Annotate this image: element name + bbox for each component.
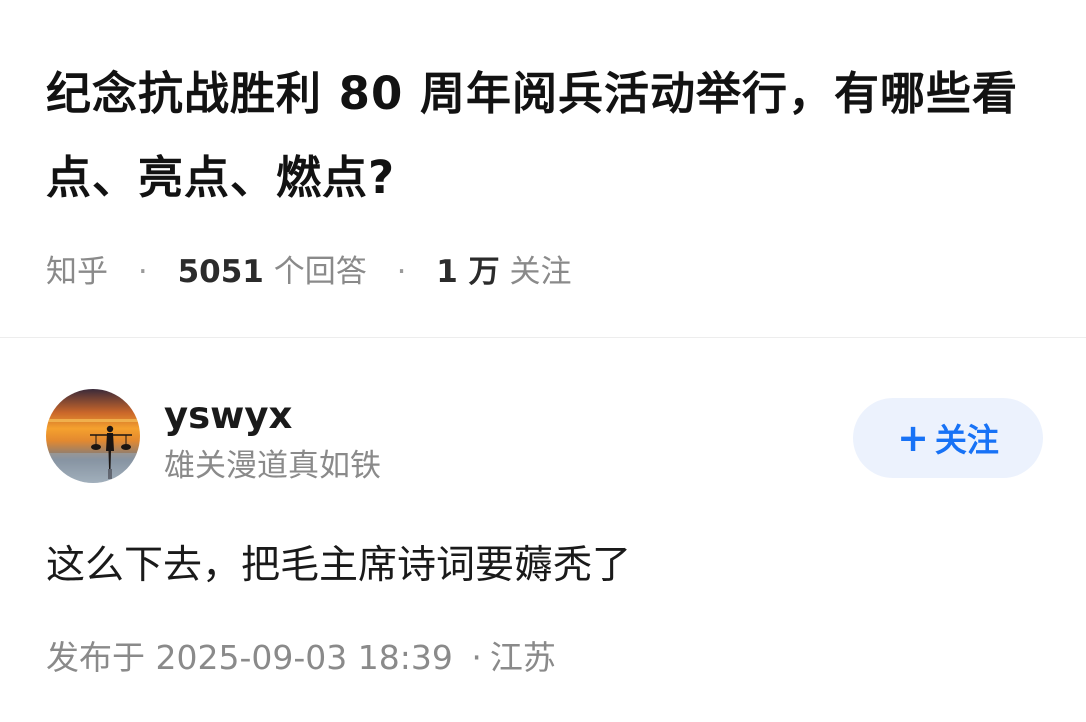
meta-separator: · (137, 254, 148, 290)
answer-count-label: 个回答 (273, 254, 367, 290)
question-card[interactable]: 纪念抗战胜利 80 周年阅兵活动举行，有哪些看点、亮点、燃点? 知乎 · 505… (0, 0, 1086, 338)
footer-separator: · (471, 638, 482, 677)
question-meta: 知乎 · 5051 个回答 · 1 万 关注 (46, 250, 572, 294)
answer-content[interactable]: 这么下去，把毛主席诗词要薅秃了 (46, 540, 631, 592)
author-name[interactable]: yswyx (164, 392, 292, 440)
source-label[interactable]: 知乎 (46, 254, 108, 290)
sunset-fisherman-avatar-icon (46, 389, 140, 483)
plus-icon: + (897, 416, 929, 460)
answer-footer: 发布于 2025-09-03 18:39 · 江苏 (46, 636, 556, 680)
author-avatar[interactable] (46, 389, 140, 483)
follower-label: 关注 (509, 254, 572, 290)
answer-count: 5051 (177, 254, 264, 290)
published-label: 发布于 (46, 638, 145, 677)
location: 江苏 (489, 638, 556, 677)
follow-button-label: 关注 (934, 421, 999, 459)
published-datetime: 2025-09-03 18:39 (155, 638, 453, 677)
meta-separator: · (396, 254, 407, 290)
follower-count: 1 万 (436, 254, 500, 290)
author-bio: 雄关漫道真如铁 (164, 448, 381, 484)
follow-button[interactable]: + 关注 (853, 398, 1043, 478)
question-title[interactable]: 纪念抗战胜利 80 周年阅兵活动举行，有哪些看点、亮点、燃点? (46, 52, 1046, 220)
